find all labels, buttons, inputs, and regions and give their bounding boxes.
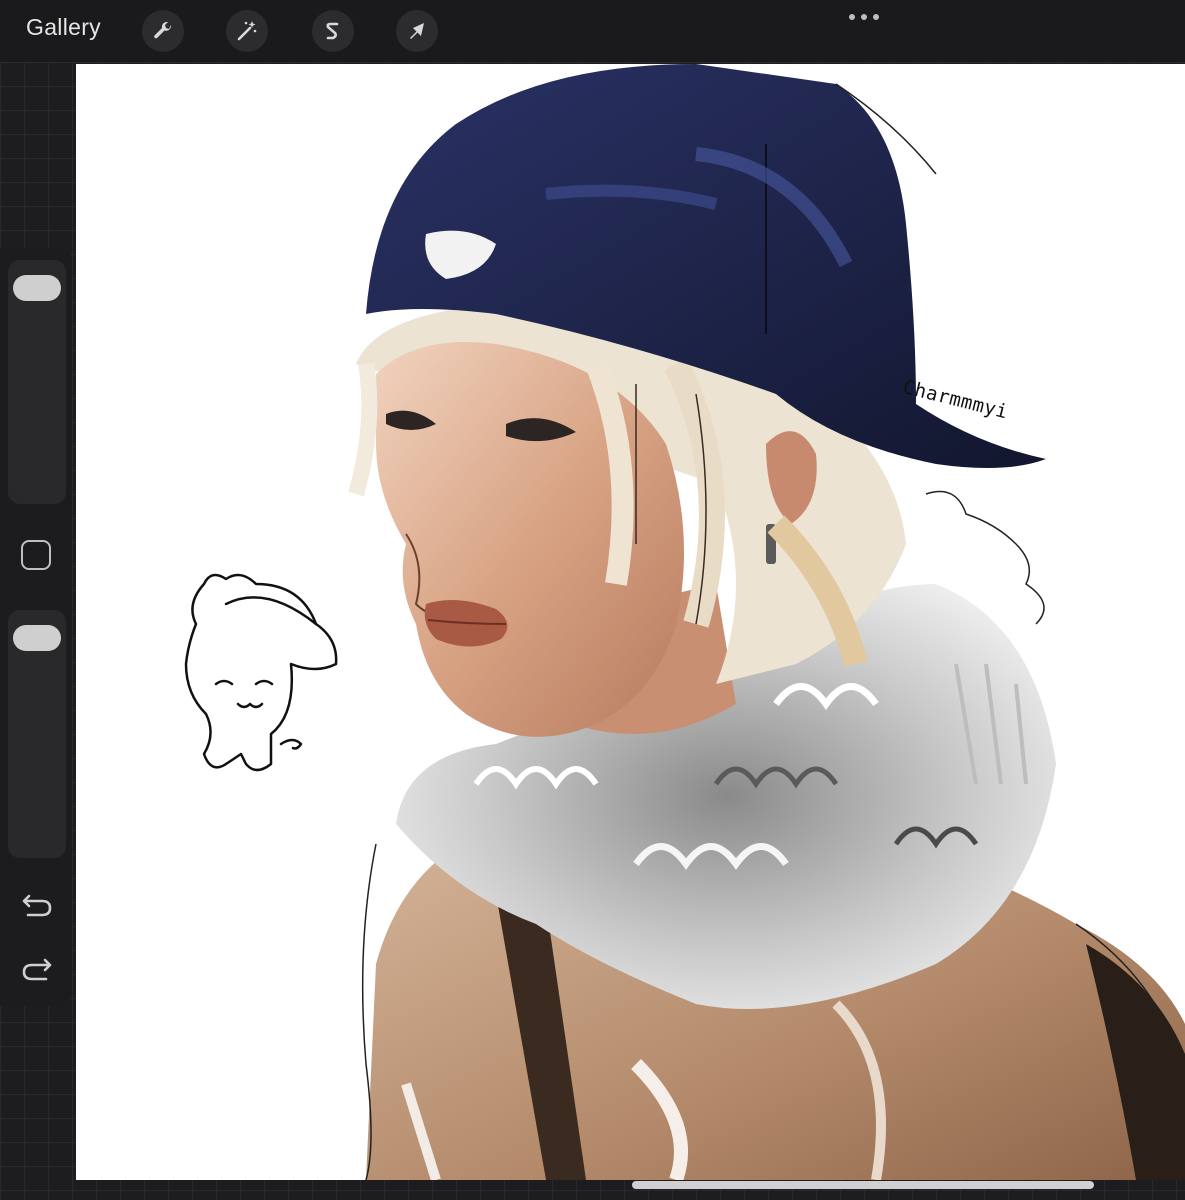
ellipsis-dot	[861, 14, 867, 20]
horizontal-scrollbar[interactable]	[632, 1181, 1094, 1189]
adjustments-button[interactable]	[226, 10, 268, 52]
opacity-thumb[interactable]	[13, 624, 61, 651]
chibi-doodle	[184, 573, 338, 772]
opacity-slider[interactable]	[8, 610, 66, 858]
selection-icon	[326, 22, 339, 40]
magic-wand-icon	[237, 21, 257, 41]
ellipsis-dot	[873, 14, 879, 20]
selection-button[interactable]	[312, 10, 354, 52]
transform-arrow-icon	[410, 23, 424, 39]
modify-square-icon[interactable]	[21, 540, 51, 570]
drawing-canvas[interactable]: Charmmmyi	[76, 64, 1185, 1180]
redo-icon[interactable]	[20, 954, 54, 984]
top-toolbar: Gallery	[0, 0, 1185, 62]
artwork	[184, 64, 1185, 1180]
more-options-button[interactable]	[844, 10, 884, 24]
transform-button[interactable]	[396, 10, 438, 52]
gallery-button[interactable]: Gallery	[26, 14, 101, 41]
brush-size-slider[interactable]	[8, 260, 66, 504]
left-sidebar	[0, 248, 72, 1006]
wrench-icon	[154, 21, 172, 39]
brush-size-thumb[interactable]	[13, 274, 61, 301]
ellipsis-icon	[849, 14, 855, 20]
actions-button[interactable]	[142, 10, 184, 52]
undo-icon[interactable]	[20, 890, 54, 920]
